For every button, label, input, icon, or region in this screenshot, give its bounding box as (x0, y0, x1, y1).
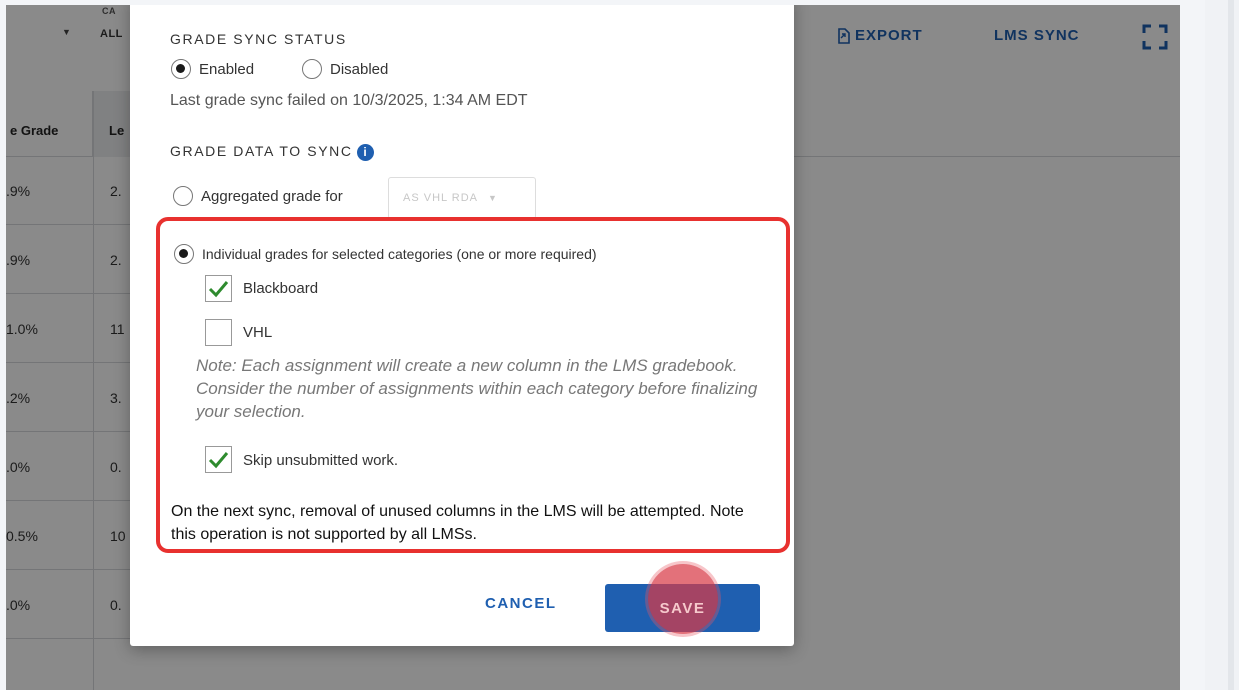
skip-unsubmitted-label: Skip unsubmitted work. (243, 452, 399, 469)
assignment-column-note: Note: Each assignment will create a new … (196, 356, 758, 421)
status-enabled-radio[interactable]: Enabled (171, 59, 254, 79)
individual-grades-label: Individual grades for selected categorie… (202, 246, 597, 262)
radio-unselected-icon (173, 186, 193, 206)
aggregated-grade-label: Aggregated grade for (201, 187, 343, 205)
aggregated-category-select[interactable]: AS VHL RDA ▼ (388, 177, 536, 219)
status-disabled-radio[interactable]: Disabled (302, 59, 388, 79)
status-disabled-label: Disabled (330, 60, 389, 78)
cancel-button[interactable]: CANCEL (485, 595, 557, 612)
unused-columns-footnote: On the next sync, removal of unused colu… (171, 503, 744, 543)
lms-sync-dialog: GRADE SYNC STATUS Enabled Disabled Last … (130, 5, 794, 646)
radio-unselected-icon (302, 59, 322, 79)
checkmark-icon (208, 452, 229, 469)
checkmark-icon (208, 281, 229, 298)
save-button-label: SAVE (659, 599, 706, 617)
vhl-checkbox[interactable] (205, 319, 232, 346)
skip-unsubmitted-checkbox[interactable] (205, 446, 232, 473)
grade-data-title: GRADE DATA TO SYNC (170, 143, 353, 159)
blackboard-label: Blackboard (243, 280, 319, 297)
aggregated-category-value: AS VHL RDA (403, 192, 479, 204)
sync-status-title: GRADE SYNC STATUS (170, 31, 347, 47)
grade-data-title-row: GRADE DATA TO SYNC i (170, 143, 374, 161)
page-scrollbar[interactable] (1228, 0, 1234, 690)
chevron-down-icon: ▼ (488, 193, 498, 203)
blackboard-checkbox[interactable] (205, 275, 232, 302)
info-icon[interactable]: i (356, 143, 374, 161)
status-enabled-label: Enabled (199, 60, 255, 78)
vhl-label: VHL (243, 324, 273, 341)
individual-grades-radio[interactable]: Individual grades for selected categorie… (174, 244, 597, 264)
radio-selected-icon (171, 59, 191, 79)
aggregated-grade-radio[interactable]: Aggregated grade for (173, 186, 343, 206)
last-sync-message: Last grade sync failed on 10/3/2025, 1:3… (170, 92, 528, 109)
radio-selected-icon (174, 244, 194, 264)
gradebook-app: ▼ CA ALL EXPORT LMS SYNC e Grade Le .9% … (6, 5, 1180, 690)
